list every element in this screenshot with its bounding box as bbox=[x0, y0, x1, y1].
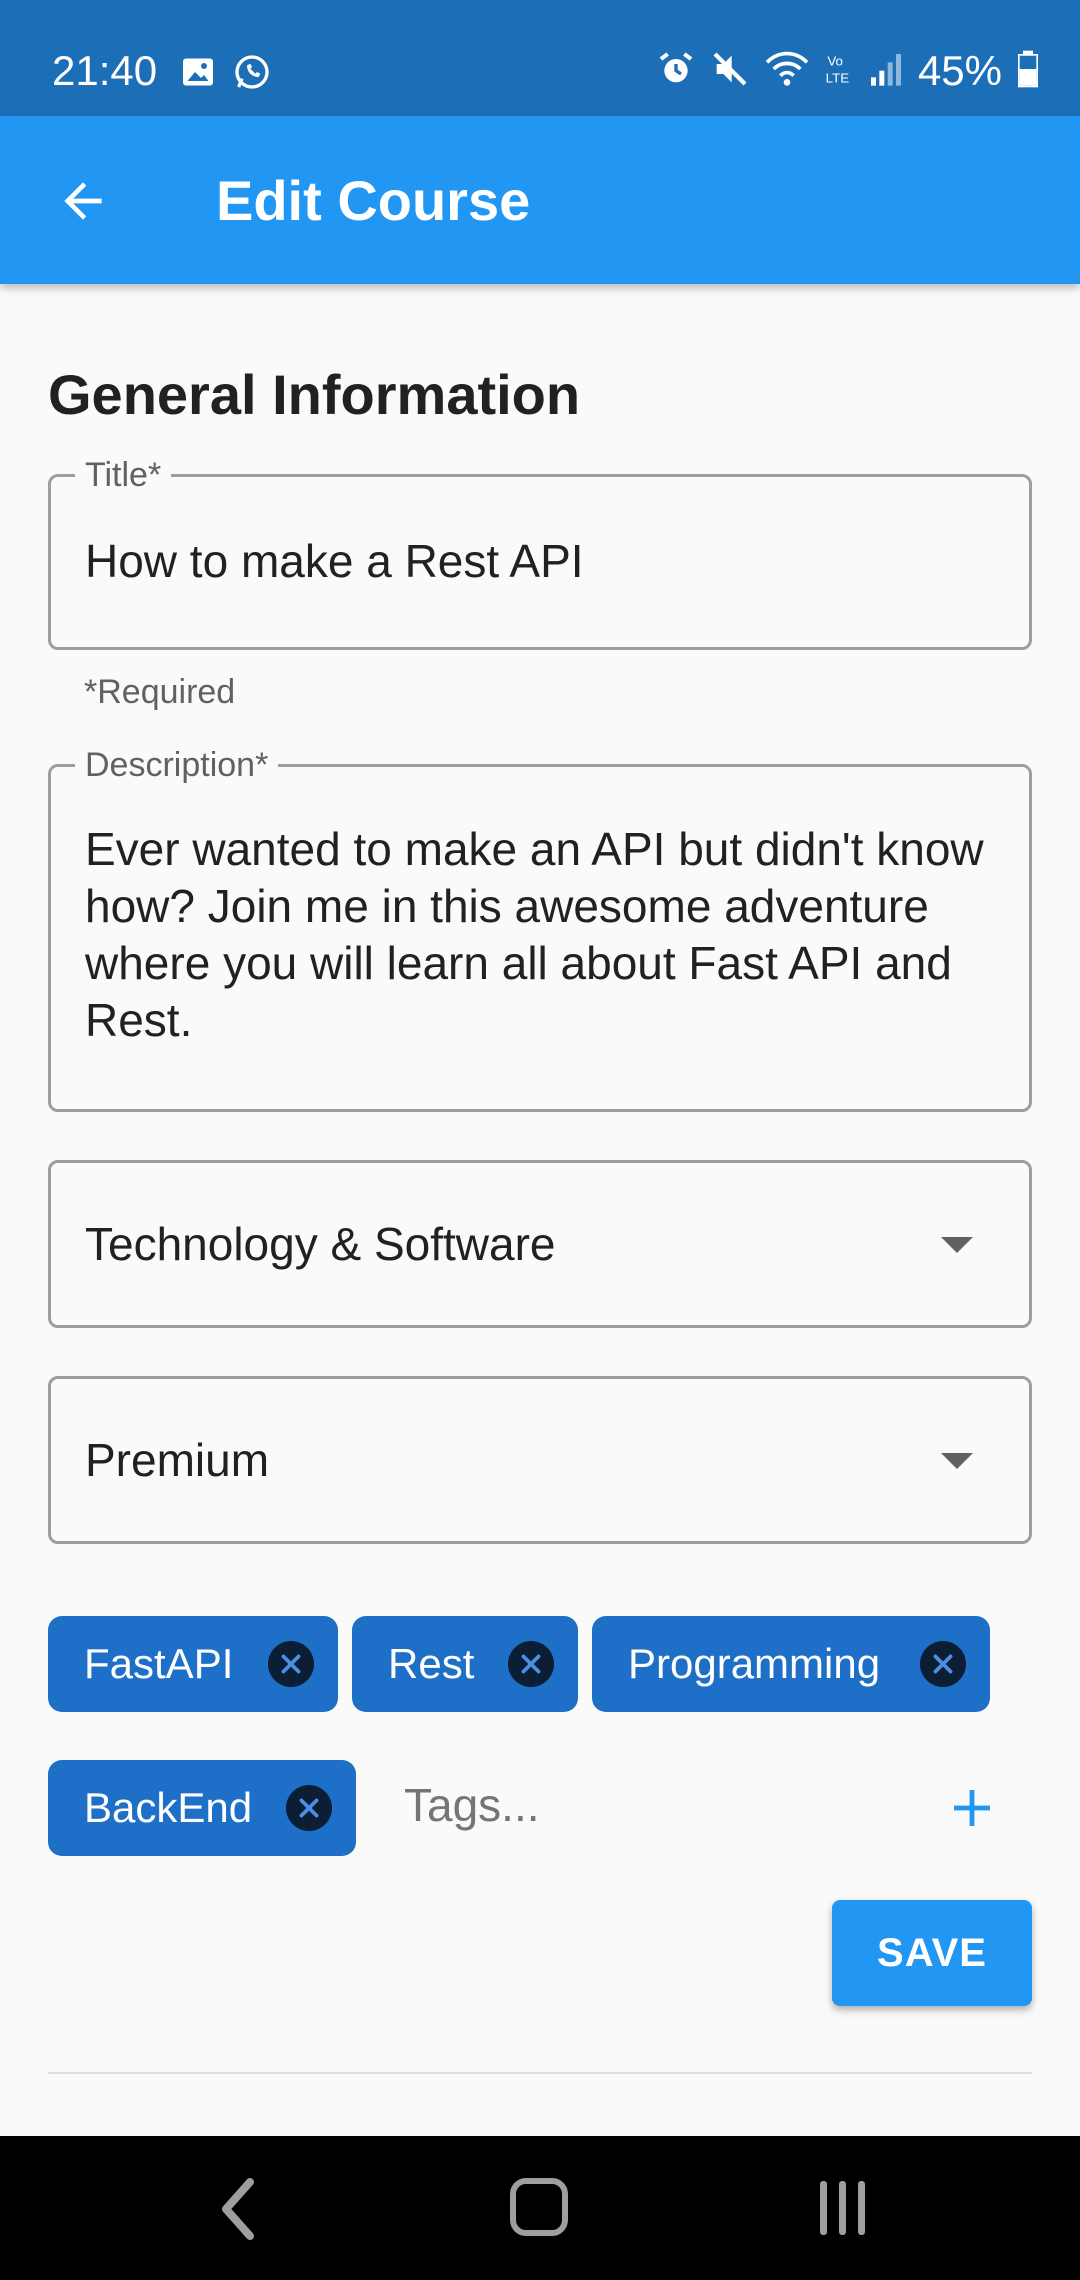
close-icon[interactable] bbox=[268, 1641, 314, 1687]
back-button[interactable] bbox=[48, 166, 118, 236]
image-icon bbox=[180, 54, 216, 95]
tag-chip: Programming bbox=[592, 1616, 990, 1712]
tags-input[interactable] bbox=[404, 1770, 924, 1840]
status-right-icons: Vo LTE 45% bbox=[656, 46, 1040, 96]
nav-recents-button[interactable] bbox=[812, 2176, 872, 2240]
svg-text:Vo: Vo bbox=[827, 53, 843, 68]
dropdown-arrow-icon bbox=[941, 1453, 973, 1469]
wifi-icon bbox=[764, 49, 810, 94]
mute-icon bbox=[710, 49, 750, 94]
close-icon[interactable] bbox=[920, 1641, 966, 1687]
status-bar: 21:40 Vo LTE 45% bbox=[0, 0, 1080, 116]
plus-icon bbox=[954, 1790, 990, 1826]
signal-icon bbox=[868, 49, 904, 94]
status-time: 21:40 bbox=[52, 47, 158, 94]
add-tag-button[interactable] bbox=[942, 1778, 1002, 1838]
battery-icon bbox=[1016, 49, 1040, 94]
tag-chip: BackEnd bbox=[48, 1760, 356, 1856]
volte-icon: Vo LTE bbox=[824, 49, 854, 94]
title-field-value[interactable]: How to make a Rest API bbox=[85, 533, 584, 590]
close-icon[interactable] bbox=[286, 1785, 332, 1831]
title-field-label: Title* bbox=[75, 455, 172, 495]
tag-chip: Rest bbox=[352, 1616, 578, 1712]
recents-bar bbox=[819, 2181, 827, 2235]
description-field[interactable]: Description* Ever wanted to make an API … bbox=[48, 745, 1032, 1112]
close-icon[interactable] bbox=[508, 1641, 554, 1687]
pricing-dropdown-value: Premium bbox=[85, 1434, 270, 1486]
section-title: General Information bbox=[48, 363, 581, 426]
chevron-left-icon bbox=[222, 2178, 254, 2240]
recents-bar bbox=[857, 2181, 865, 2235]
page-title: Edit Course bbox=[216, 169, 531, 232]
tag-chip-label: Rest bbox=[388, 1640, 475, 1687]
battery-percent: 45% bbox=[917, 47, 1002, 94]
svg-text:LTE: LTE bbox=[826, 70, 850, 85]
status-left-icons bbox=[180, 52, 272, 97]
section-divider bbox=[48, 2072, 1032, 2074]
alarm-icon bbox=[656, 49, 696, 94]
nav-home-button[interactable] bbox=[510, 2178, 568, 2236]
system-nav-bar bbox=[0, 2136, 1080, 2280]
tag-chip-label: Programming bbox=[628, 1640, 881, 1687]
dropdown-arrow-icon bbox=[941, 1237, 973, 1253]
category-dropdown-value: Technology & Software bbox=[85, 1218, 556, 1270]
description-field-label: Description* bbox=[75, 745, 279, 785]
whatsapp-icon bbox=[232, 52, 272, 97]
recents-bar bbox=[838, 2181, 846, 2235]
save-button[interactable]: SAVE bbox=[832, 1900, 1032, 2006]
title-field[interactable]: Title* How to make a Rest API bbox=[48, 455, 1032, 650]
description-field-value[interactable]: Ever wanted to make an API but didn't kn… bbox=[85, 821, 985, 1049]
tag-chip: FastAPI bbox=[48, 1616, 338, 1712]
tag-chip-label: FastAPI bbox=[84, 1640, 234, 1687]
tag-chip-label: BackEnd bbox=[84, 1784, 253, 1831]
arrow-back-icon bbox=[64, 182, 102, 220]
category-dropdown[interactable]: Technology & Software bbox=[48, 1160, 1032, 1328]
title-helper-text: *Required bbox=[84, 673, 236, 711]
app-bar: Edit Course bbox=[0, 116, 1080, 284]
nav-back-button[interactable] bbox=[210, 2174, 270, 2244]
pricing-dropdown[interactable]: Premium bbox=[48, 1376, 1032, 1544]
